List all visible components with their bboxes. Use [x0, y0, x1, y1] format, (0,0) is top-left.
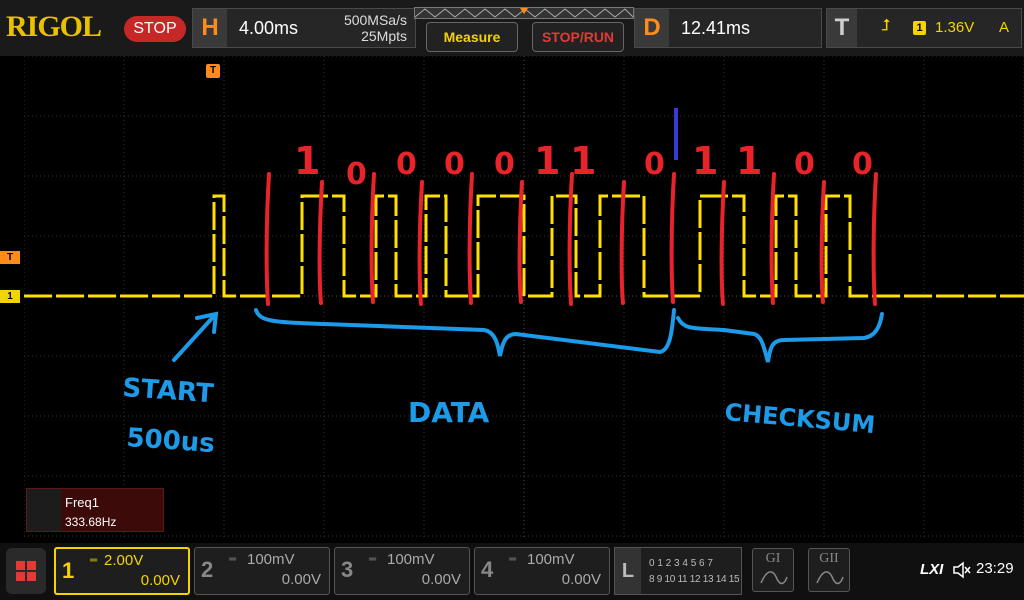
decode-wave-icon: [816, 571, 844, 585]
bit-boundary-stroke: [417, 180, 424, 306]
delay-settings[interactable]: D 12.41ms: [634, 8, 822, 48]
horizontal-letter: H: [193, 9, 227, 47]
channel-4-offset: 0.00V: [561, 571, 601, 588]
trigger-settings[interactable]: T ⮥ 1 1.36V A: [826, 8, 1022, 48]
waveform-overview-bar[interactable]: [414, 7, 634, 19]
channel-1-scale: 2.00V: [104, 552, 144, 569]
bit-value-label: 1: [736, 139, 762, 183]
bit-boundary-stroke: [369, 172, 376, 304]
checksum-bracket-icon: [676, 312, 884, 363]
dc-coupling-icon: ═: [229, 554, 237, 565]
measurement-value: 333.68Hz: [65, 515, 117, 529]
channel-3-number: 3: [341, 557, 354, 582]
channel-4-number: 4: [481, 557, 494, 582]
logic-letter: L: [615, 548, 641, 594]
bit-value-label: 0: [444, 147, 465, 182]
bit-value-label: 0: [852, 147, 873, 182]
trigger-mode: A: [999, 19, 1010, 36]
logic-analyzer-settings[interactable]: L 0 1 2 3 4 5 6 7 8 9 10 11 12 13 14 15: [614, 547, 742, 595]
timebase-value: 4.00ms: [239, 18, 299, 38]
channel1-offset-marker[interactable]: 1: [0, 290, 20, 303]
bit-boundary-stroke: [769, 172, 776, 305]
bit-boundary-marks: [264, 172, 878, 306]
overview-pattern-icon: [415, 8, 633, 18]
start-duration-label: 500us: [126, 423, 216, 459]
logic-bits-high: 8 9 10 11 12 13 14 15: [649, 574, 740, 585]
main-menu-button[interactable]: [6, 548, 46, 594]
sample-rate: 500MSa/s: [343, 12, 407, 28]
rising-edge-icon: ⮥: [881, 17, 891, 34]
channel-2-settings[interactable]: 2 ═ 100mV 0.00V: [194, 547, 330, 595]
stop-run-button[interactable]: STOP/RUN: [532, 22, 624, 52]
run-state-badge[interactable]: STOP: [124, 16, 186, 42]
bit-value-label: 1: [570, 139, 596, 183]
measure-button[interactable]: Measure: [426, 22, 518, 52]
dc-coupling-icon: ═: [90, 555, 98, 566]
brand-logo: RIGOL: [6, 10, 102, 43]
channel-3-scale: 100mV: [387, 551, 435, 568]
system-clock: 23:29: [976, 560, 1014, 577]
channel-1-settings[interactable]: 1 ═ 2.00V 0.00V: [54, 547, 190, 595]
bit-boundary-stroke: [669, 172, 676, 304]
measurement-tab: [27, 489, 61, 531]
data-bracket-icon: [254, 308, 676, 357]
bit-value-labels: 100001101100: [294, 139, 873, 192]
bit-boundary-stroke: [619, 180, 626, 305]
channel-4-scale: 100mV: [527, 551, 575, 568]
dc-coupling-icon: ═: [369, 554, 377, 565]
bit-boundary-stroke: [819, 180, 826, 304]
start-arrow-icon: [172, 311, 219, 362]
channel-3-offset: 0.00V: [421, 571, 461, 588]
bit-value-label: 0: [396, 147, 417, 182]
bit-boundary-stroke: [567, 172, 574, 306]
channel-2-scale: 100mV: [247, 551, 295, 568]
bit-value-label: 1: [534, 139, 560, 183]
waveform-display[interactable]: 100001101100 START 500us DATA CHECKSUM: [24, 56, 1024, 540]
bit-boundary-stroke: [317, 180, 324, 305]
bit-value-label: 0: [346, 157, 367, 192]
bit-value-label: 1: [294, 139, 320, 183]
channel-1-number: 1: [62, 558, 75, 583]
delay-value: 12.41ms: [681, 18, 751, 38]
checksum-label: CHECKSUM: [723, 398, 876, 439]
bit-boundary-stroke: [264, 172, 271, 306]
memory-depth: 25Mpts: [361, 28, 407, 44]
lxi-logo: LXI: [920, 561, 944, 578]
channel-4-settings[interactable]: 4 ═ 100mV 0.00V: [474, 547, 610, 595]
blue-annotations: [172, 308, 884, 363]
trigger-position-marker[interactable]: T: [206, 64, 220, 78]
grid-menu-icon: [16, 561, 36, 581]
logic-bits-low: 0 1 2 3 4 5 6 7: [649, 558, 713, 569]
bit-boundary-stroke: [467, 172, 474, 305]
horizontal-settings[interactable]: H 4.00ms 500MSa/s 25Mpts: [192, 8, 416, 48]
bit-value-label: 0: [794, 147, 815, 182]
decoder-1-button[interactable]: GI: [752, 548, 794, 592]
measurement-panel[interactable]: Freq1 333.68Hz: [26, 488, 164, 532]
decode-wave-icon: [760, 571, 788, 585]
bit-boundary-stroke: [871, 172, 878, 306]
channel-3-settings[interactable]: 3 ═ 100mV 0.00V: [334, 547, 470, 595]
measurement-label: Freq1: [65, 495, 99, 510]
start-label: START: [122, 373, 215, 409]
bit-value-label: 0: [644, 147, 665, 182]
bit-value-label: 0: [494, 147, 515, 182]
decoder-2-label: GII: [819, 551, 839, 566]
channel-2-offset: 0.00V: [281, 571, 321, 588]
bit-boundary-stroke: [719, 180, 726, 306]
data-label: DATA: [408, 396, 490, 429]
sample-info: 500MSa/s 25Mpts: [344, 12, 407, 44]
trigger-letter: T: [827, 9, 857, 47]
trigger-level-marker[interactable]: T: [0, 251, 20, 264]
delay-letter: D: [635, 9, 669, 47]
dc-coupling-icon: ═: [509, 554, 517, 565]
bit-boundary-stroke: [517, 180, 524, 304]
decoder-2-button[interactable]: GII: [808, 548, 850, 592]
speaker-muted-icon[interactable]: [952, 561, 972, 579]
decoder-1-label: GI: [765, 551, 781, 566]
trigger-level: 1.36V: [935, 19, 975, 36]
bit-value-label: 1: [692, 139, 718, 183]
channel-1-offset: 0.00V: [140, 572, 180, 589]
channel-2-number: 2: [201, 557, 214, 582]
trigger-source: 1: [913, 21, 926, 35]
